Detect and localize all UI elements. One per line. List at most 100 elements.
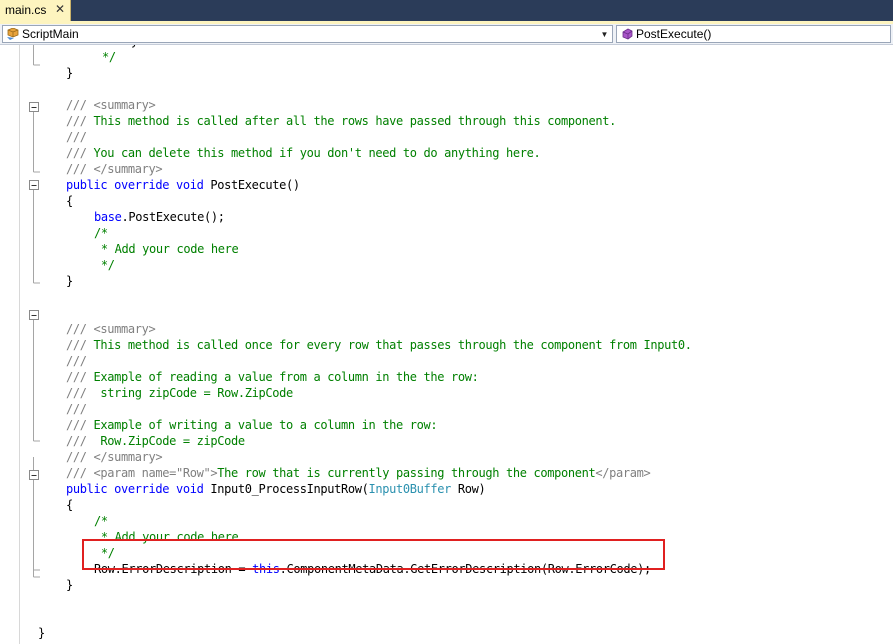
code-token: /* [94, 514, 108, 528]
member-dropdown[interactable]: PostExecute() [616, 25, 891, 43]
code-token: /// [66, 370, 87, 384]
code-token: /// [66, 130, 87, 144]
code-token: This method is called once for every row… [86, 338, 692, 352]
code-line: /* [94, 513, 108, 529]
code-token: Add your code here [76, 45, 227, 48]
code-line: /// [66, 129, 87, 145]
code-token: /// [66, 114, 87, 128]
collapse-icon[interactable] [29, 310, 39, 320]
code-line: /// Example of writing a value to a colu… [66, 417, 438, 433]
code-token: * Add your code here [94, 242, 239, 256]
code-token: /// [66, 402, 87, 416]
code-token: /// [66, 146, 87, 160]
code-token: </summary> [93, 162, 163, 176]
tab-label: main.cs [5, 3, 47, 17]
code-token: You can delete this method if you don't … [86, 146, 541, 160]
code-line: /// <param name="Row">The row that is cu… [66, 465, 651, 481]
collapse-icon[interactable] [29, 102, 39, 112]
code-token: /// [66, 322, 87, 336]
code-line: /// </summary> [66, 161, 163, 177]
code-line: Add your code here [76, 45, 227, 49]
code-token: public override void [66, 178, 211, 192]
close-icon[interactable]: ✕ [55, 2, 65, 16]
code-line: } [38, 625, 45, 641]
code-token: /// [66, 466, 87, 480]
code-token: } [66, 66, 73, 80]
code-token: /// [66, 98, 87, 112]
code-line: } [66, 65, 73, 81]
outlining-margin [29, 45, 40, 578]
code-token: } [66, 274, 73, 288]
code-line: /// string zipCode = Row.ZipCode [66, 385, 293, 401]
collapse-icon[interactable] [29, 180, 39, 190]
code-token: Example of writing a value to a column i… [86, 418, 438, 432]
code-line: /// [66, 353, 87, 369]
code-line: */ [94, 257, 115, 273]
code-token: /// [66, 434, 87, 448]
navigation-bar: ScriptMain ▼ PostExecute() [0, 24, 893, 45]
code-token: <summary> [93, 322, 156, 336]
code-token: /// [66, 418, 87, 432]
code-token: </summary> [93, 450, 163, 464]
code-token: </param> [595, 466, 651, 480]
csharp-class-icon [7, 28, 19, 40]
code-line: } [66, 577, 73, 593]
code-token: /// [66, 162, 87, 176]
code-token: Input0_ProcessInputRow( [210, 482, 369, 496]
code-token: /// [66, 338, 87, 352]
code-token: This method is called after all the rows… [86, 114, 616, 128]
code-line: } [66, 273, 73, 289]
code-line: /// Row.ZipCode = zipCode [66, 433, 245, 449]
code-line: /// <summary> [66, 321, 156, 337]
tab-main-cs[interactable]: main.cs ✕ [0, 0, 71, 21]
code-line: */ [102, 49, 116, 65]
type-dropdown[interactable]: ScriptMain ▼ [2, 25, 613, 43]
code-token: The row that is currently passing throug… [217, 466, 596, 480]
code-token: string zipCode = Row.ZipCode [86, 386, 293, 400]
code-token: } [38, 626, 45, 640]
code-line: /// Example of reading a value from a co… [66, 369, 479, 385]
highlight-box [82, 539, 665, 570]
code-line: /* [94, 225, 108, 241]
code-token: <summary> [93, 98, 156, 112]
document-tab-bar: main.cs ✕ [0, 0, 893, 21]
method-icon [622, 28, 633, 40]
code-line: /// You can delete this method if you do… [66, 145, 541, 161]
code-line: /// </summary> [66, 449, 163, 465]
collapse-icon[interactable] [29, 470, 39, 480]
code-token: /// [66, 450, 87, 464]
code-token: { [66, 498, 73, 512]
code-token: Input0Buffer [368, 482, 452, 496]
code-token: /// [66, 386, 87, 400]
code-token: */ [102, 50, 116, 64]
code-token: <param name="Row"> [93, 466, 218, 480]
code-token: /// [66, 354, 87, 368]
code-line: base.PostExecute(); [94, 209, 225, 225]
code-editor[interactable]: Add your code here*/}/// <summary>/// Th… [0, 45, 893, 644]
code-line: /// This method is called once for every… [66, 337, 692, 353]
code-token: Row.ZipCode = zipCode [86, 434, 245, 448]
code-token: /* [94, 226, 108, 240]
code-token: public override void [66, 482, 211, 496]
code-token: base [94, 210, 122, 224]
code-line: { [66, 497, 73, 513]
code-token: .PostExecute(); [121, 210, 225, 224]
code-line: { [66, 193, 73, 209]
type-dropdown-value: ScriptMain [22, 27, 79, 41]
code-token: Example of reading a value from a column… [86, 370, 479, 384]
code-token: PostExecute() [210, 178, 300, 192]
code-line: public override void Input0_ProcessInput… [66, 481, 486, 497]
member-dropdown-value: PostExecute() [636, 27, 712, 41]
code-token: Row) [451, 482, 486, 496]
code-line: * Add your code here [94, 241, 239, 257]
code-token: { [66, 194, 73, 208]
code-line: /// This method is called after all the … [66, 113, 616, 129]
code-token: } [66, 578, 73, 592]
code-line: /// <summary> [66, 97, 156, 113]
chevron-down-icon[interactable]: ▼ [599, 28, 610, 41]
code-line: /// [66, 401, 87, 417]
